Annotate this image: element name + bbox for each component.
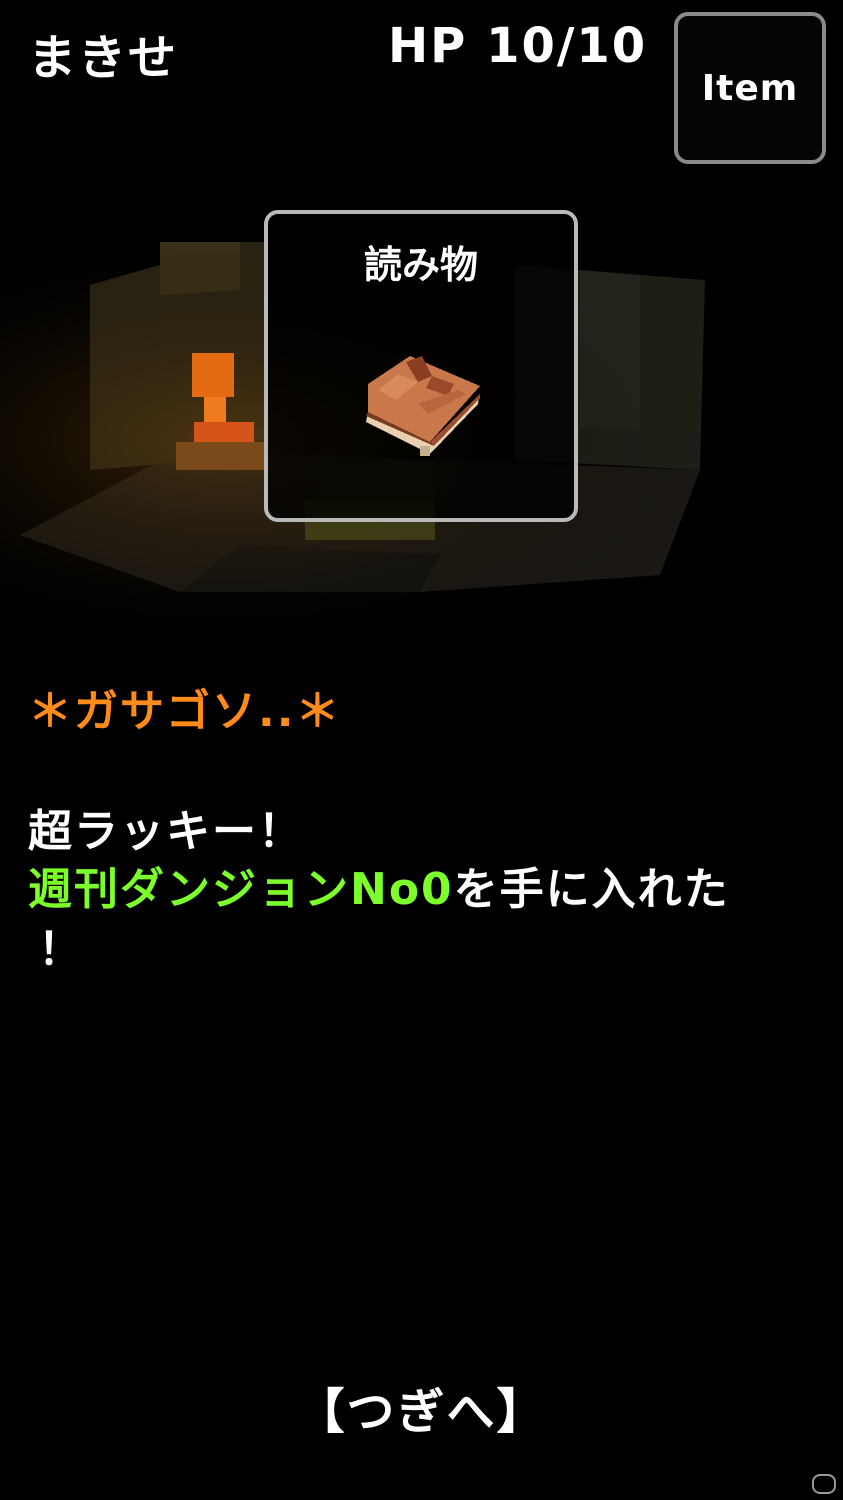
next-button[interactable]: 【つぎへ】 bbox=[0, 1372, 843, 1442]
book-icon bbox=[366, 356, 480, 456]
sound-effect-message: ＊ガサゴソ..＊ bbox=[28, 686, 342, 737]
watermark-logo bbox=[812, 1474, 836, 1494]
acquired-message: 週刊ダンジョンNo0を手に入れた bbox=[28, 860, 730, 920]
item-popup: 読み物 bbox=[264, 210, 578, 522]
item-category-title: 読み物 bbox=[363, 243, 478, 287]
hp-display: HP 10/10 bbox=[388, 18, 648, 74]
acquired-item-name: 週刊ダンジョンNo0 bbox=[28, 864, 454, 915]
exclamation-mark: ！ bbox=[38, 924, 84, 975]
player-name: まきせ bbox=[28, 30, 179, 86]
item-button[interactable]: Item bbox=[674, 12, 826, 164]
acquired-suffix: を手に入れた bbox=[453, 864, 730, 915]
torch-flame bbox=[192, 353, 234, 397]
lucky-message: 超ラッキー！ bbox=[28, 806, 304, 857]
